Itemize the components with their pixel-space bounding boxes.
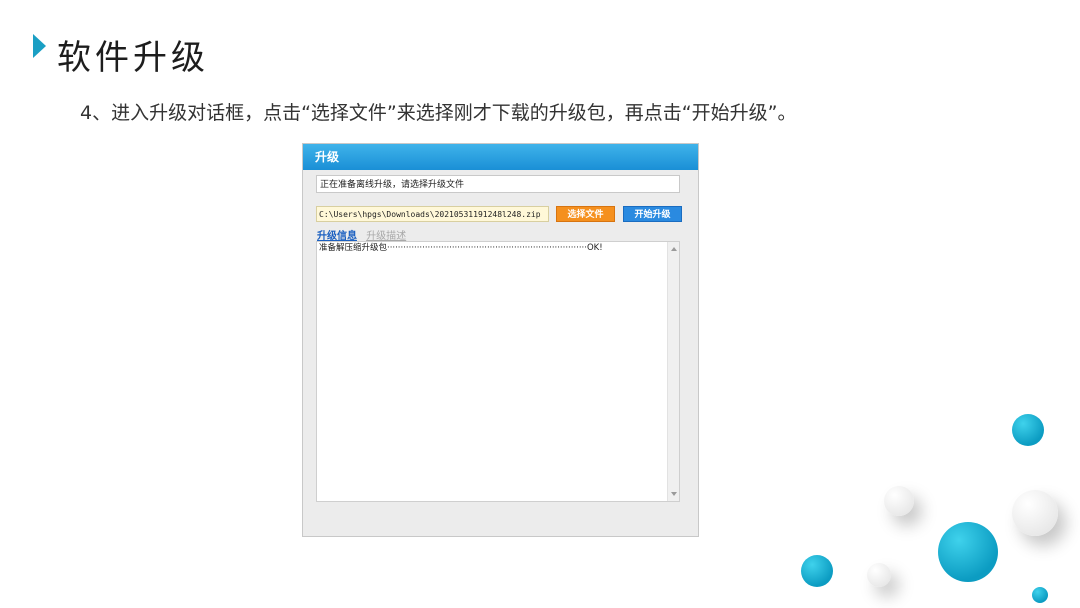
select-file-button[interactable]: 选择文件 <box>556 206 615 222</box>
decor-circle-icon <box>1012 490 1058 536</box>
log-scrollbar[interactable] <box>667 242 679 501</box>
tab-upgrade-info[interactable]: 升级信息 <box>317 227 357 242</box>
file-path-input[interactable]: C:\Users\hpgs\Downloads\20210531191248l2… <box>316 206 549 222</box>
dialog-tabs: 升级信息 升级描述 <box>317 227 412 242</box>
decor-circle-icon <box>1032 587 1048 603</box>
scroll-down-icon[interactable] <box>671 492 677 496</box>
instruction-text: 4、进入升级对话框，点击“选择文件”来选择刚才下载的升级包，再点击“开始升级”。 <box>80 102 797 124</box>
decor-circle-icon <box>867 563 891 587</box>
log-line: 准备解压缩升级包································… <box>319 243 603 253</box>
dialog-title: 升级 <box>303 144 698 170</box>
decor-circle-icon <box>1012 414 1044 446</box>
tab-upgrade-description[interactable]: 升级描述 <box>366 227 406 242</box>
scroll-up-icon[interactable] <box>671 247 677 251</box>
decor-circle-icon <box>884 486 914 516</box>
start-upgrade-button[interactable]: 开始升级 <box>623 206 682 222</box>
decor-circle-icon <box>801 555 833 587</box>
status-field: 正在准备离线升级，请选择升级文件 <box>316 175 680 193</box>
slide-title: 软件升级 <box>57 38 209 78</box>
log-area[interactable]: 准备解压缩升级包································… <box>316 241 680 502</box>
title-marker-icon <box>33 34 46 58</box>
upgrade-dialog: 升级 正在准备离线升级，请选择升级文件 C:\Users\hpgs\Downlo… <box>302 143 699 537</box>
decor-circle-icon <box>938 522 998 582</box>
